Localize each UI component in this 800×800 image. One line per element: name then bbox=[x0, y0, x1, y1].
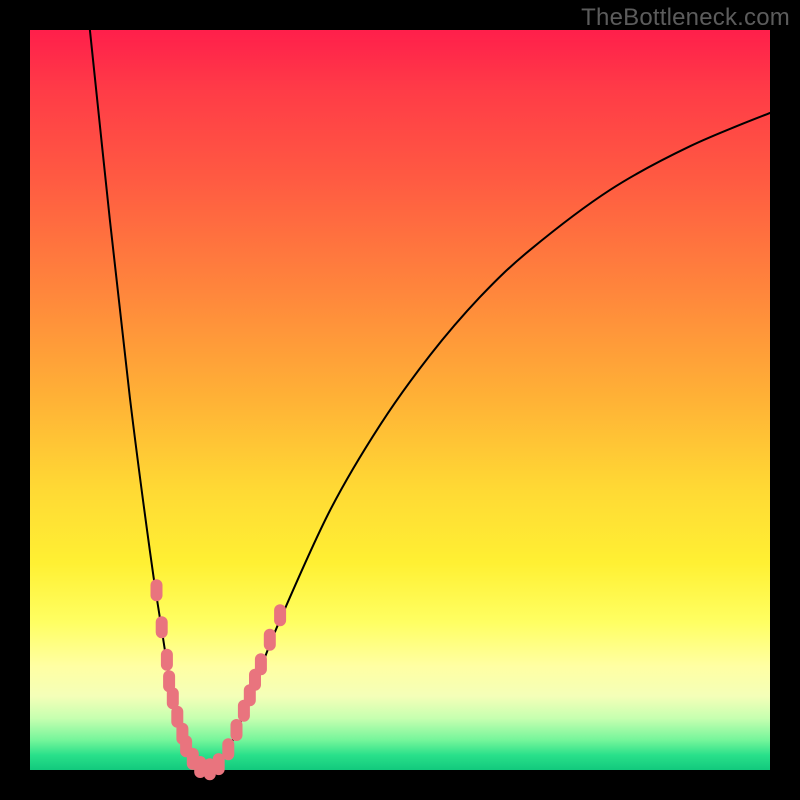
highlight-marker bbox=[264, 629, 276, 651]
highlight-marker bbox=[231, 719, 243, 741]
highlight-marker bbox=[274, 604, 286, 626]
marker-group bbox=[151, 579, 287, 780]
chart-frame: TheBottleneck.com bbox=[0, 0, 800, 800]
curve-group bbox=[90, 30, 770, 770]
curve-left bbox=[90, 30, 200, 770]
curve-layer bbox=[30, 30, 770, 770]
highlight-marker bbox=[255, 653, 267, 675]
curve-right bbox=[217, 113, 770, 766]
highlight-marker bbox=[156, 616, 168, 638]
plot-area bbox=[30, 30, 770, 770]
highlight-marker bbox=[151, 579, 163, 601]
highlight-marker bbox=[161, 649, 173, 671]
watermark-text: TheBottleneck.com bbox=[581, 4, 790, 32]
highlight-marker bbox=[222, 738, 234, 760]
